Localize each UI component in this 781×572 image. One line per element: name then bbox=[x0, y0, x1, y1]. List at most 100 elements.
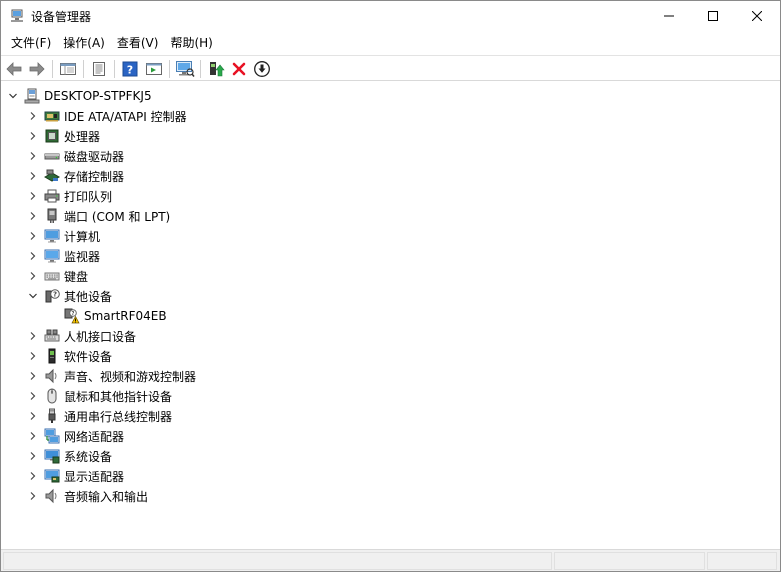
expand-chevron-icon[interactable] bbox=[27, 126, 39, 146]
tree-item-monitor[interactable]: 监视器 bbox=[27, 246, 100, 266]
tree-item-label: IDE ATA/ATAPI 控制器 bbox=[64, 109, 187, 124]
tree-item-other-devices[interactable]: ? 其他设备 bbox=[27, 286, 112, 306]
expand-chevron-icon[interactable] bbox=[27, 226, 39, 246]
tree-item-keyboard[interactable]: 键盘 bbox=[27, 266, 88, 286]
device-tree[interactable]: DESKTOP-STPFKJ5 IDE ATA/ATAPI 控制器 处理器 磁盘… bbox=[1, 82, 780, 548]
status-pane-main bbox=[3, 552, 552, 570]
tree-item-system-device[interactable]: 系统设备 bbox=[27, 446, 112, 466]
menu-help[interactable]: 帮助(H) bbox=[164, 32, 218, 54]
tree-item-label: 显示适配器 bbox=[64, 469, 125, 484]
expand-chevron-icon[interactable] bbox=[27, 426, 39, 446]
tree-item-print-queue[interactable]: 打印队列 bbox=[27, 186, 112, 206]
expand-chevron-icon[interactable] bbox=[27, 266, 39, 286]
status-pane-middle bbox=[554, 552, 705, 570]
display-adapter-icon bbox=[44, 468, 60, 484]
tree-item-label: 其他设备 bbox=[64, 289, 113, 304]
ide-controller-icon bbox=[44, 108, 60, 124]
show-hide-console-tree-button[interactable] bbox=[58, 59, 78, 79]
tree-item-processor[interactable]: 处理器 bbox=[27, 126, 100, 146]
tree-item-label: 系统设备 bbox=[64, 449, 113, 464]
expand-chevron-icon[interactable] bbox=[27, 386, 39, 406]
collapse-chevron-icon[interactable] bbox=[7, 86, 19, 106]
tree-item-usb[interactable]: 通用串行总线控制器 bbox=[27, 406, 172, 426]
close-button[interactable] bbox=[734, 1, 780, 31]
run-icon bbox=[146, 63, 162, 75]
tree-root[interactable]: DESKTOP-STPFKJ5 bbox=[7, 86, 152, 106]
menu-action[interactable]: 操作(A) bbox=[57, 32, 111, 54]
properties-button[interactable] bbox=[89, 59, 109, 79]
monitor-scan-icon bbox=[176, 61, 195, 77]
port-icon bbox=[44, 208, 60, 224]
tree-item-software-device[interactable]: 软件设备 bbox=[27, 346, 112, 366]
tree-item-label: 鼠标和其他指针设备 bbox=[64, 389, 173, 404]
minimize-button[interactable] bbox=[646, 1, 692, 31]
expand-chevron-icon[interactable] bbox=[27, 206, 39, 226]
expand-chevron-icon[interactable] bbox=[27, 166, 39, 186]
expand-chevron-icon[interactable] bbox=[27, 106, 39, 126]
download-button[interactable] bbox=[252, 59, 272, 79]
forward-button[interactable] bbox=[27, 59, 47, 79]
storage-controller-icon bbox=[44, 168, 60, 184]
tree-item-label: 软件设备 bbox=[64, 349, 113, 364]
tree-item-network-adapter[interactable]: 网络适配器 bbox=[27, 426, 124, 446]
printer-icon bbox=[44, 188, 60, 204]
tree-item-label: 通用串行总线控制器 bbox=[64, 409, 173, 424]
expand-chevron-icon[interactable] bbox=[27, 486, 39, 506]
tree-item-label: 音频输入和输出 bbox=[64, 489, 149, 504]
collapse-chevron-icon[interactable] bbox=[27, 286, 39, 306]
title-bar[interactable]: 设备管理器 bbox=[1, 1, 780, 31]
maximize-button[interactable] bbox=[690, 1, 736, 31]
expand-chevron-icon[interactable] bbox=[27, 346, 39, 366]
tree-item-label: 计算机 bbox=[64, 229, 101, 244]
svg-text:?: ? bbox=[127, 64, 133, 77]
tree-item-sound[interactable]: 声音、视频和游戏控制器 bbox=[27, 366, 196, 386]
software-device-icon bbox=[44, 348, 60, 364]
tree-item-computer[interactable]: 计算机 bbox=[27, 226, 100, 246]
tree-item-ide-controller[interactable]: IDE ATA/ATAPI 控制器 bbox=[27, 106, 187, 126]
tree-item-hid[interactable]: 人机接口设备 bbox=[27, 326, 136, 346]
expand-chevron-icon[interactable] bbox=[27, 446, 39, 466]
scan-hardware-button[interactable] bbox=[175, 59, 195, 79]
menu-file[interactable]: 文件(F) bbox=[5, 32, 57, 54]
tree-item-storage-controller[interactable]: 存储控制器 bbox=[27, 166, 124, 186]
tree-item-ports[interactable]: 端口 (COM 和 LPT) bbox=[27, 206, 170, 226]
expand-chevron-icon[interactable] bbox=[27, 466, 39, 486]
tree-item-label: 监视器 bbox=[64, 249, 101, 264]
monitor-icon bbox=[44, 248, 60, 264]
close-icon bbox=[752, 11, 762, 21]
tree-item-label: SmartRF04EB bbox=[84, 309, 167, 323]
toolbar-separator bbox=[52, 60, 53, 78]
disk-drive-icon bbox=[44, 148, 60, 164]
run-button[interactable] bbox=[144, 59, 164, 79]
window-title: 设备管理器 bbox=[31, 10, 92, 24]
tree-item-label: 打印队列 bbox=[64, 189, 113, 204]
update-driver-button[interactable] bbox=[206, 59, 226, 79]
download-icon bbox=[254, 61, 270, 77]
uninstall-device-button[interactable] bbox=[229, 59, 249, 79]
help-button[interactable]: ? bbox=[120, 59, 140, 79]
tree-item-smartrf04eb[interactable]: ? SmartRF04EB bbox=[64, 306, 167, 326]
tree-item-display-adapter[interactable]: 显示适配器 bbox=[27, 466, 124, 486]
expand-chevron-icon[interactable] bbox=[27, 246, 39, 266]
help-icon: ? bbox=[122, 61, 138, 77]
expand-chevron-icon[interactable] bbox=[27, 146, 39, 166]
device-manager-window: 设备管理器 文件(F) 操作(A) 查看(V) 帮助(H) ? DESKTOP-… bbox=[0, 0, 781, 572]
menu-bar: 文件(F) 操作(A) 查看(V) 帮助(H) bbox=[1, 32, 780, 54]
menu-view[interactable]: 查看(V) bbox=[111, 32, 165, 54]
minimize-icon bbox=[664, 15, 674, 17]
other-devices-icon: ? bbox=[44, 288, 60, 304]
tree-item-label: 网络适配器 bbox=[64, 429, 125, 444]
computer-icon bbox=[24, 88, 40, 104]
back-icon bbox=[6, 62, 22, 76]
back-button[interactable] bbox=[4, 59, 24, 79]
expand-chevron-icon[interactable] bbox=[27, 406, 39, 426]
expand-chevron-icon[interactable] bbox=[27, 366, 39, 386]
keyboard-icon bbox=[44, 268, 60, 284]
tree-item-mouse[interactable]: 鼠标和其他指针设备 bbox=[27, 386, 172, 406]
svg-text:?: ? bbox=[53, 291, 57, 299]
tree-item-label: 磁盘驱动器 bbox=[64, 149, 125, 164]
expand-chevron-icon[interactable] bbox=[27, 326, 39, 346]
expand-chevron-icon[interactable] bbox=[27, 186, 39, 206]
tree-item-audio-io[interactable]: 音频输入和输出 bbox=[27, 486, 148, 506]
tree-item-disk-drive[interactable]: 磁盘驱动器 bbox=[27, 146, 124, 166]
